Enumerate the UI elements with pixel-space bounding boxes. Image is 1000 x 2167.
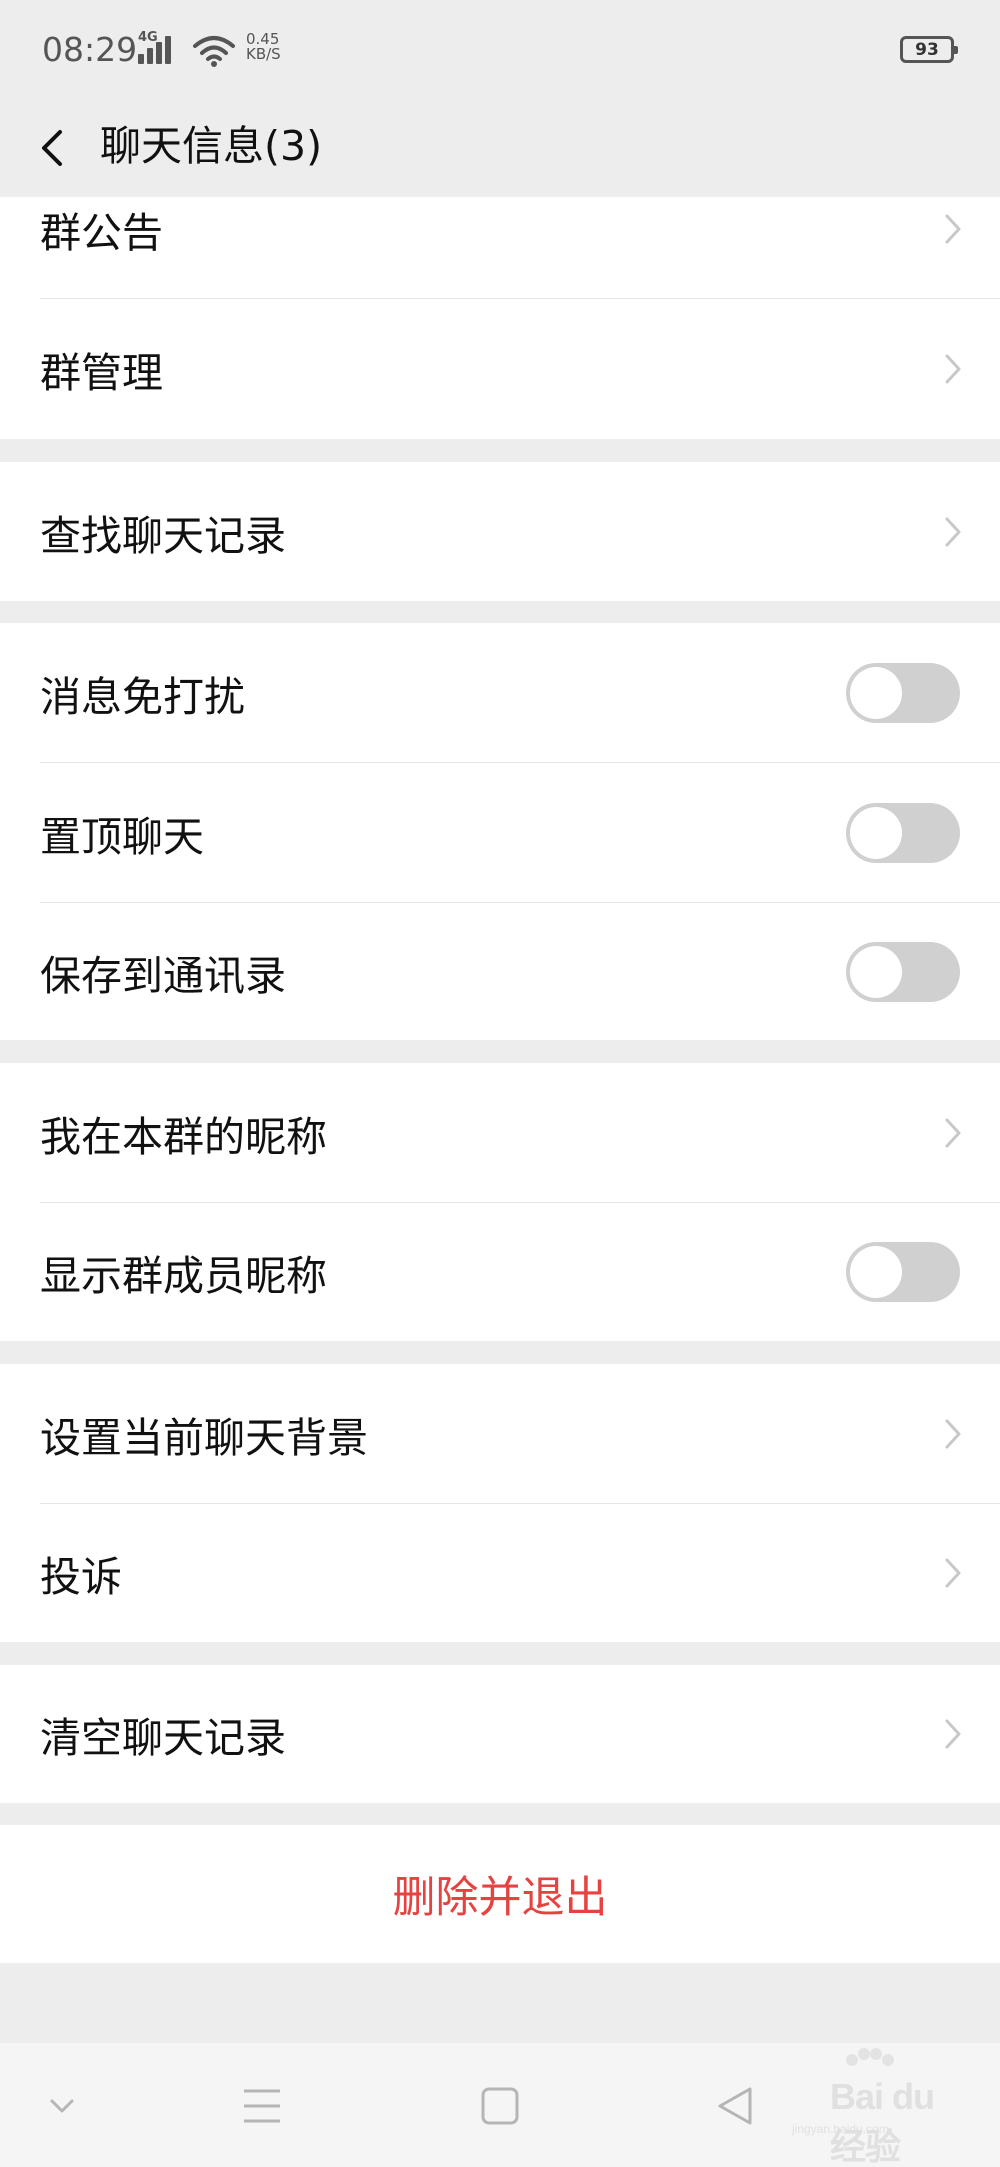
settings-group-clear: 清空聊天记录 xyxy=(0,1665,1000,1803)
row-label: 消息免打扰 xyxy=(40,673,245,721)
status-time: 08:29 xyxy=(42,30,138,69)
settings-group-background: 设置当前聊天背景 投诉 xyxy=(0,1364,1000,1642)
row-label: 清空聊天记录 xyxy=(40,1714,286,1762)
row-chat-background[interactable]: 设置当前聊天背景 xyxy=(0,1364,1000,1504)
toggle-knob xyxy=(850,1246,902,1298)
row-search-history[interactable]: 查找聊天记录 xyxy=(0,462,1000,601)
paw-icon xyxy=(846,2048,894,2066)
home-icon[interactable] xyxy=(474,2081,526,2131)
row-mute-notifications[interactable]: 消息免打扰 xyxy=(0,623,1000,763)
net-speed: 0.45 KB/S xyxy=(246,32,281,62)
row-my-nickname[interactable]: 我在本群的昵称 xyxy=(0,1063,1000,1203)
row-clear-history[interactable]: 清空聊天记录 xyxy=(0,1665,1000,1803)
row-group-notice[interactable]: 群公告 xyxy=(0,159,1000,299)
show-nicknames-toggle[interactable] xyxy=(846,1242,960,1302)
chevron-right-icon xyxy=(945,517,961,546)
settings-group-toggles: 消息免打扰 置顶聊天 保存到通讯录 xyxy=(0,623,1000,1040)
mute-toggle[interactable] xyxy=(846,663,960,723)
network-type: 4G xyxy=(138,30,158,45)
chevron-right-icon xyxy=(945,214,961,244)
row-label: 显示群成员昵称 xyxy=(40,1252,327,1300)
row-label: 群管理 xyxy=(40,349,163,397)
pin-toggle[interactable] xyxy=(846,803,960,863)
back-triangle-icon[interactable] xyxy=(710,2081,762,2131)
delete-and-exit-button[interactable]: 删除并退出 xyxy=(0,1825,1000,1963)
cell-signal-icon: 4G xyxy=(138,30,182,68)
row-label: 查找聊天记录 xyxy=(40,511,286,560)
chevron-right-icon xyxy=(945,1118,961,1148)
row-label: 投诉 xyxy=(40,1553,122,1601)
settings-group-nickname: 我在本群的昵称 显示群成员昵称 xyxy=(0,1063,1000,1341)
wifi-icon xyxy=(193,36,235,67)
save-contacts-toggle[interactable] xyxy=(846,941,960,1002)
row-save-to-contacts[interactable]: 保存到通讯录 xyxy=(0,903,1000,1040)
chevron-right-icon xyxy=(945,1419,961,1449)
settings-group-notice: 群公告 群管理 xyxy=(0,197,1000,439)
status-icons: 4G 0.45 KB/S xyxy=(138,30,281,68)
row-group-manage[interactable]: 群管理 xyxy=(0,299,1000,439)
toggle-knob xyxy=(850,667,902,719)
watermark-sub: jingyan.baidu.com xyxy=(792,2122,889,2136)
row-complaint[interactable]: 投诉 xyxy=(0,1504,1000,1642)
toggle-knob xyxy=(850,945,902,998)
row-show-member-nicknames[interactable]: 显示群成员昵称 xyxy=(0,1203,1000,1341)
status-bar: 08:29 4G 0.45 KB/S 93 xyxy=(0,0,1000,100)
baidu-watermark-logo: Bai du 经验 jingyan.baidu.com xyxy=(778,2048,958,2167)
row-label: 保存到通讯录 xyxy=(40,951,286,1000)
row-label: 置顶聊天 xyxy=(40,813,204,861)
settings-group-search: 查找聊天记录 xyxy=(0,462,1000,601)
battery-icon: 93 xyxy=(900,36,958,63)
battery-level: 93 xyxy=(915,39,939,60)
chevron-down-icon[interactable] xyxy=(36,2081,88,2131)
menu-icon[interactable] xyxy=(236,2081,288,2131)
net-speed-unit: KB/S xyxy=(246,45,281,63)
chevron-right-icon xyxy=(945,354,961,384)
delete-and-exit-label: 删除并退出 xyxy=(392,1873,608,1923)
chevron-right-icon xyxy=(945,1558,961,1588)
row-pin-chat[interactable]: 置顶聊天 xyxy=(0,763,1000,903)
chevron-right-icon xyxy=(945,1719,961,1749)
row-label: 设置当前聊天背景 xyxy=(40,1414,368,1462)
row-label: 群公告 xyxy=(40,209,163,257)
row-label: 我在本群的昵称 xyxy=(40,1113,327,1161)
toggle-knob xyxy=(850,807,902,859)
